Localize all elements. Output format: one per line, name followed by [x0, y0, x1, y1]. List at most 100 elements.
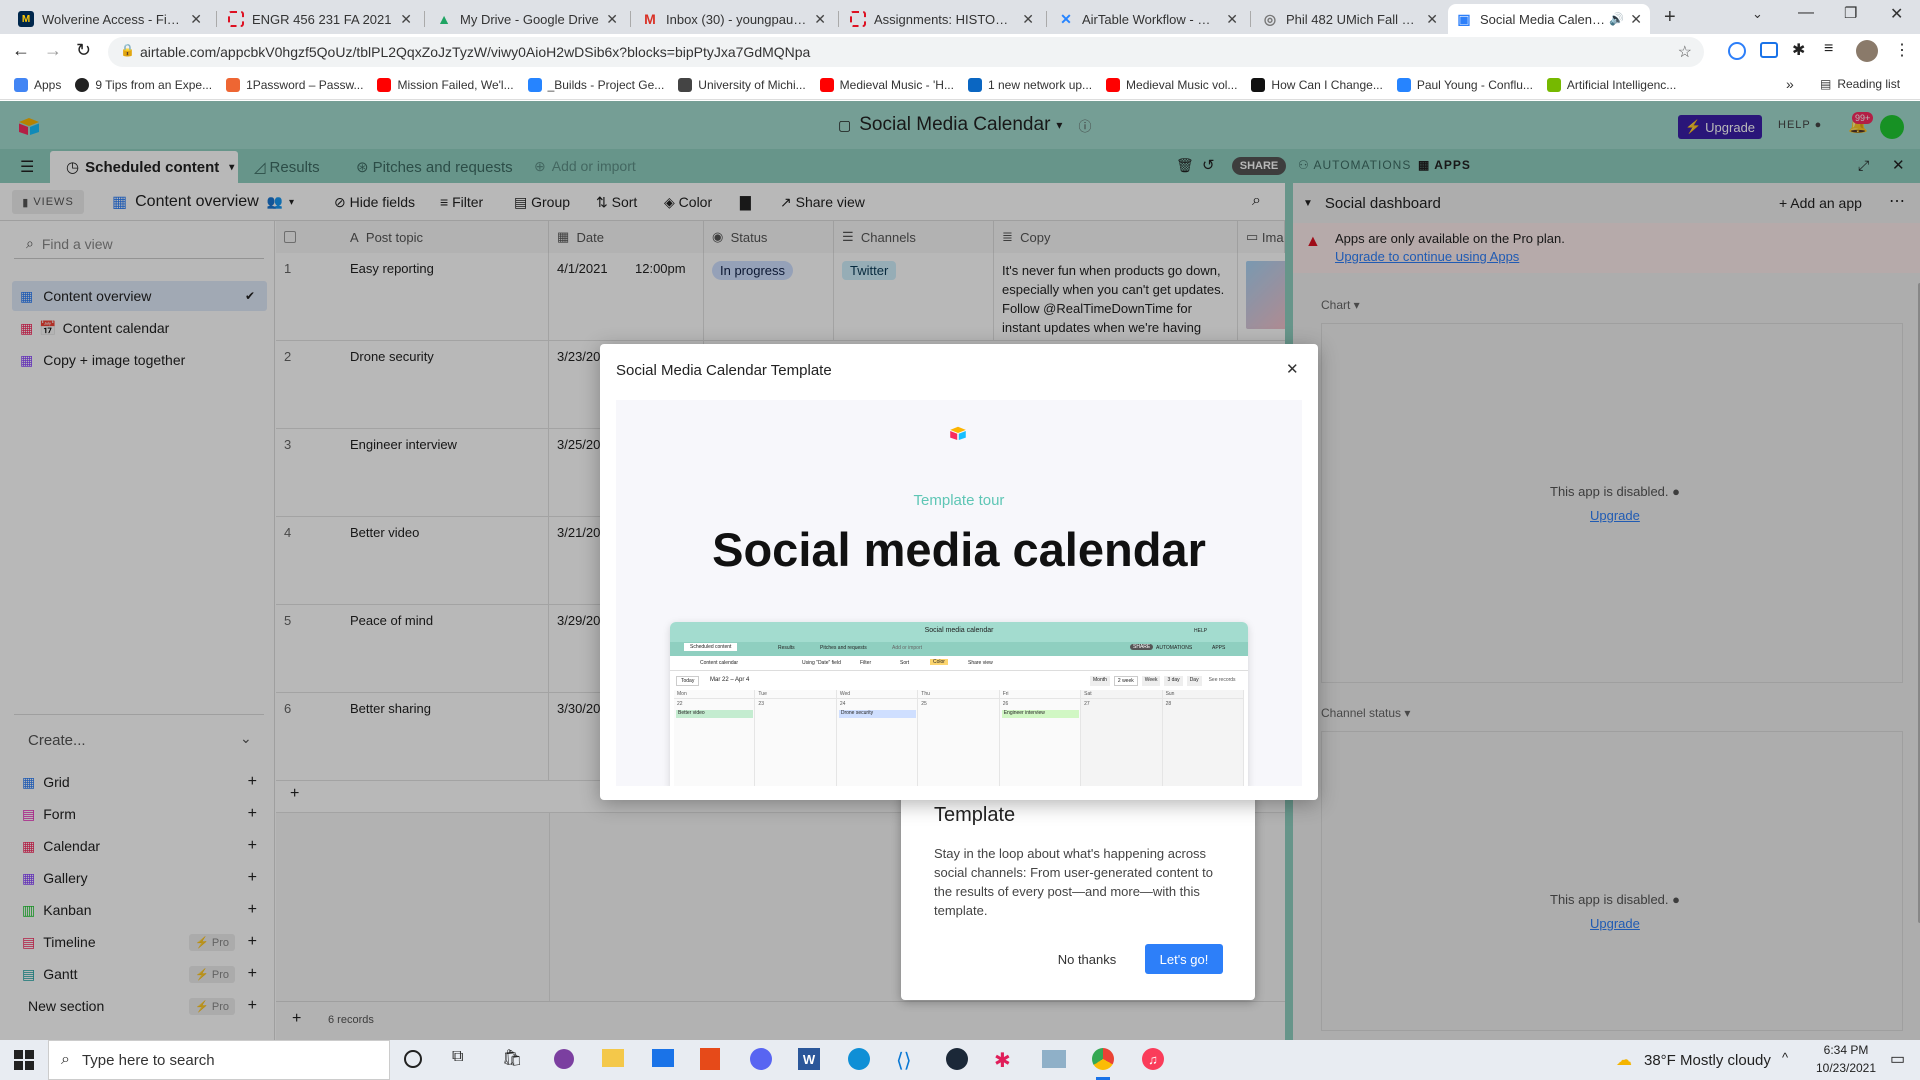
bookmark[interactable]: 9 Tips from an Expe...: [75, 77, 212, 92]
edge-icon[interactable]: [848, 1048, 870, 1070]
puzzle-icon[interactable]: ✱: [1792, 40, 1805, 60]
bookmark[interactable]: University of Michi...: [678, 77, 806, 92]
lets-go-button[interactable]: Let's go!: [1145, 944, 1223, 974]
close-icon[interactable]: ✕: [606, 11, 618, 28]
weather-text[interactable]: 38°F Mostly cloudy: [1644, 1052, 1771, 1069]
browser-tab[interactable]: ✕ AirTable Workflow - Wolve ✕: [1050, 4, 1246, 34]
tour-headline: Social media calendar: [712, 523, 1206, 576]
bookmark[interactable]: Mission Failed, We'l...: [377, 77, 514, 92]
lock-icon: 🔒: [120, 43, 135, 57]
close-icon[interactable]: ✕: [190, 11, 202, 28]
mini-calendar-day: Fri 26: [999, 690, 1082, 786]
bookmark[interactable]: Medieval Music vol...: [1106, 77, 1237, 92]
profile-avatar[interactable]: [1856, 40, 1878, 62]
store-icon[interactable]: 🛍: [502, 1048, 522, 1068]
linkedin-icon: [967, 77, 982, 92]
youtube-icon: [377, 77, 392, 92]
app-icon[interactable]: [1042, 1050, 1066, 1068]
browser-tab[interactable]: M Inbox (30) - youngpau@u ✕: [634, 4, 834, 34]
task-view-icon[interactable]: ⧉: [452, 1048, 463, 1066]
restore-button[interactable]: ❐: [1844, 4, 1857, 22]
itunes-icon[interactable]: ♫: [1142, 1048, 1164, 1070]
minimize-button[interactable]: —: [1798, 4, 1814, 22]
notification-center-icon[interactable]: ▭: [1890, 1049, 1905, 1069]
mail-icon[interactable]: [652, 1049, 674, 1067]
bookmark[interactable]: Apps: [14, 77, 61, 92]
new-tab-button[interactable]: +: [1664, 6, 1676, 29]
close-icon[interactable]: ✕: [1426, 11, 1438, 28]
bookmark[interactable]: 1Password – Passw...: [226, 77, 363, 92]
media-icon[interactable]: ≡: [1824, 40, 1833, 58]
modal-title: Social Media Calendar Template: [616, 362, 832, 379]
mini-calendar-event: Engineer interview: [1001, 710, 1080, 718]
browser-tab[interactable]: ENGR 456 231 FA 2021 ✕: [220, 4, 420, 34]
cortana-icon[interactable]: [404, 1050, 422, 1068]
windows-start-icon[interactable]: [14, 1050, 34, 1070]
close-icon[interactable]: ✕: [1286, 360, 1299, 378]
browser-tab[interactable]: Assignments: HISTORY 49 ✕: [842, 4, 1042, 34]
taskbar-search-input[interactable]: ⌕ Type here to search: [48, 1040, 390, 1080]
close-icon[interactable]: ✕: [814, 11, 826, 28]
gmail-icon: M: [644, 11, 656, 27]
bookmark[interactable]: How Can I Change...: [1251, 77, 1383, 92]
bookmark[interactable]: _Builds - Project Ge...: [527, 77, 664, 92]
word-icon[interactable]: W: [798, 1048, 820, 1070]
tab-title: AirTable Workflow - Wolve: [1082, 11, 1221, 27]
address-bar[interactable]: 🔒 airtable.com/appcbkV0hgzf5QoUz/tblPL2Q…: [108, 37, 1704, 67]
clock-time[interactable]: 6:34 PM: [1808, 1043, 1884, 1057]
forward-button[interactable]: →: [44, 40, 62, 61]
clock-date[interactable]: 10/23/2021: [1808, 1061, 1884, 1075]
bookmark[interactable]: Medieval Music - 'H...: [819, 77, 954, 92]
vscode-icon[interactable]: ⟨⟩: [896, 1048, 912, 1073]
back-button[interactable]: ←: [12, 40, 30, 61]
tab-title: Assignments: HISTORY 49: [874, 11, 1017, 27]
globe-icon: ◎: [1263, 10, 1277, 27]
close-icon[interactable]: ✕: [1226, 11, 1238, 28]
reload-button[interactable]: ↻: [76, 40, 91, 61]
bookmark-icon: [226, 77, 241, 92]
browser-tab-active[interactable]: ▣ Social Media Calendar 🔊 ✕: [1448, 4, 1650, 34]
browser-tab[interactable]: M Wolverine Access - Find & ✕: [10, 4, 210, 34]
file-explorer-icon[interactable]: [602, 1049, 624, 1067]
office-icon[interactable]: [700, 1048, 720, 1070]
bookmark-icon: [678, 77, 693, 92]
browser-tab[interactable]: ◎ Phil 482 UMich Fall 2021 ✕: [1254, 4, 1446, 34]
search-icon: ⌕: [61, 1051, 70, 1068]
slack-icon[interactable]: ✱: [994, 1048, 1011, 1073]
preview-screenshot: Social media calendar HELP Scheduled con…: [670, 622, 1248, 786]
window-close-button[interactable]: ✕: [1890, 4, 1903, 24]
bookmark[interactable]: Artificial Intelligenc...: [1546, 77, 1676, 92]
bookmark[interactable]: Paul Young - Conflu...: [1396, 77, 1533, 92]
app-icon[interactable]: [554, 1049, 574, 1069]
no-thanks-button[interactable]: No thanks: [1051, 944, 1123, 974]
canvas-icon: [228, 11, 244, 27]
google-drive-icon: ▲: [437, 11, 451, 27]
browser-tab[interactable]: ▲ My Drive - Google Drive ✕: [428, 4, 626, 34]
apps-grid-icon: [14, 77, 28, 92]
reading-list-button[interactable]: ▤ Reading list: [1820, 77, 1900, 91]
url-text: airtable.com/appcbkV0hgzf5QoUz/tblPL2Qqx…: [140, 44, 811, 60]
close-icon[interactable]: ✕: [400, 11, 412, 28]
airtable-icon: ▣: [1457, 10, 1471, 27]
youtube-icon: [819, 77, 834, 92]
discord-icon[interactable]: [750, 1048, 772, 1070]
menu-kebab-icon[interactable]: ⋮: [1894, 40, 1910, 60]
nvidia-icon: [1546, 77, 1561, 92]
chevron-up-icon[interactable]: ^: [1782, 1050, 1788, 1065]
chrome-icon[interactable]: [1092, 1048, 1114, 1070]
screencast-icon[interactable]: [1760, 42, 1778, 58]
bookmark[interactable]: 1 new network up...: [967, 77, 1092, 92]
tab-title: My Drive - Google Drive: [460, 11, 599, 27]
mini-calendar-day: Tue 23: [755, 690, 837, 786]
bookmark-star-icon[interactable]: ☆: [1678, 42, 1692, 62]
extension-icon[interactable]: [1728, 42, 1746, 60]
more-bookmarks-icon[interactable]: »: [1786, 76, 1794, 92]
close-icon[interactable]: ✕: [1630, 11, 1642, 28]
steam-icon[interactable]: [946, 1048, 968, 1070]
tab-search-icon[interactable]: ⌄: [1752, 6, 1763, 22]
windows-taskbar: ⌕ Type here to search ⧉ 🛍 W ⟨⟩ ✱ ♫ ☁ 38°F…: [0, 1040, 1920, 1080]
speaker-icon[interactable]: 🔊: [1609, 12, 1624, 26]
template-preview: Template tour Social media calendar Soci…: [616, 400, 1302, 786]
close-icon[interactable]: ✕: [1022, 11, 1034, 28]
mini-calendar-event: Drone security: [838, 710, 917, 718]
